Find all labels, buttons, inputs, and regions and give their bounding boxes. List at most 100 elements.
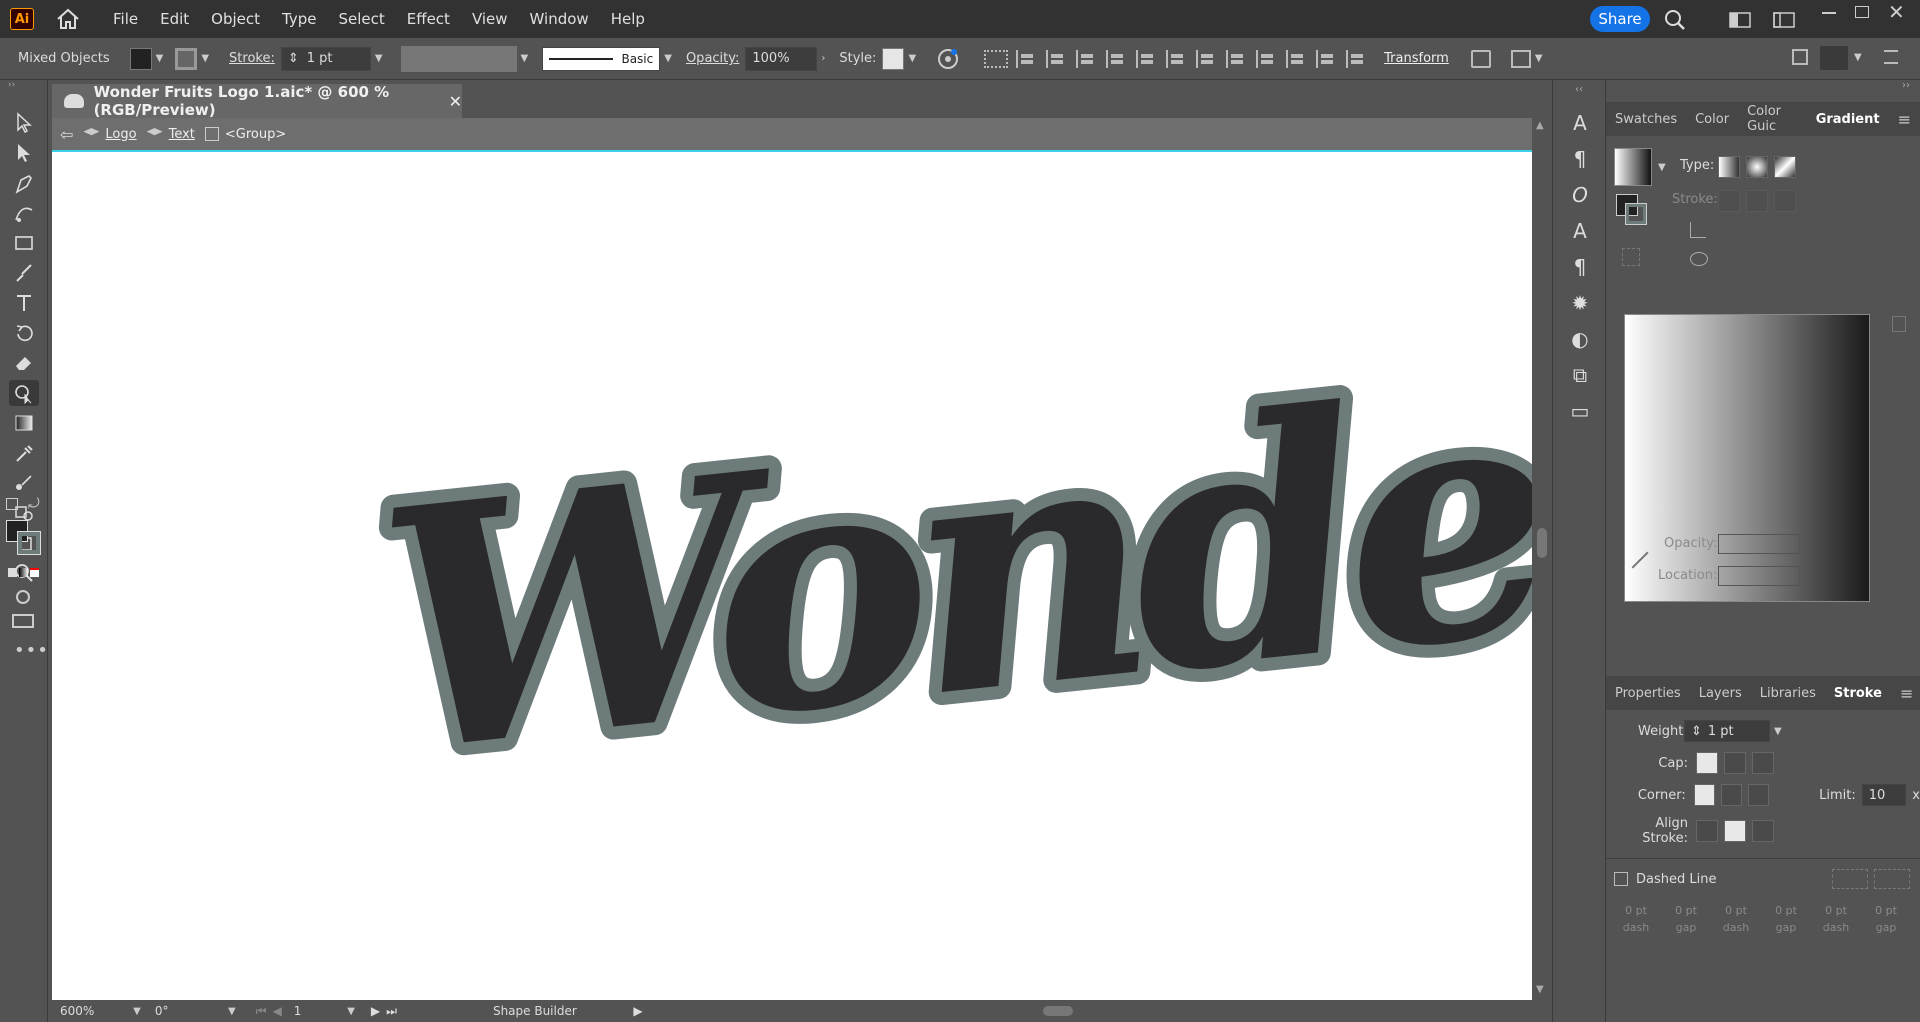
bevel-join-button[interactable] (1747, 784, 1770, 806)
distribute-vertical-center-icon[interactable] (1226, 49, 1246, 68)
panel-menu-icon[interactable] (1884, 50, 1898, 64)
eraser-tool-icon[interactable] (9, 350, 39, 376)
search-icon[interactable] (1663, 8, 1687, 32)
menu-view[interactable]: View (461, 10, 519, 28)
stroke-color-dropdown-icon[interactable]: ▼ (201, 53, 209, 64)
close-tab-icon[interactable]: ✕ (449, 92, 462, 111)
none-mode-icon[interactable] (30, 568, 39, 577)
align-vertical-center-icon[interactable] (1136, 49, 1156, 68)
document-tab[interactable]: Wonder Fruits Logo 1.aic* @ 600 % (RGB/P… (52, 83, 462, 119)
eyedropper-tool-icon[interactable] (9, 440, 39, 466)
paragraph-panel-icon[interactable]: ¶ (1565, 144, 1595, 174)
fill-swatch[interactable] (129, 47, 152, 70)
tab-layers[interactable]: Layers (1690, 686, 1751, 701)
edit-toolbar-icon[interactable]: ••• (14, 640, 49, 661)
panels-collapse-icon[interactable]: ›› (1606, 80, 1920, 102)
align-outside-button[interactable] (1752, 820, 1774, 842)
breadcrumb-text[interactable]: Text (169, 127, 195, 142)
zoom-dropdown-icon[interactable]: ▼ (133, 1006, 141, 1017)
menu-window[interactable]: Window (519, 10, 600, 28)
draw-mode-icon[interactable] (16, 590, 30, 604)
profile-dropdown-icon[interactable]: ▼ (521, 53, 529, 64)
properties-dropdown-icon[interactable]: ▼ (1854, 52, 1862, 63)
brush-definition[interactable]: Basic (542, 46, 661, 71)
align-left-icon[interactable] (1016, 49, 1036, 68)
gradient-tool-icon[interactable] (9, 410, 39, 436)
graphic-style-swatch[interactable] (882, 47, 905, 70)
stroke-weight-dropdown-icon[interactable]: ▼ (375, 53, 383, 64)
arrange-documents-icon[interactable] (1772, 10, 1796, 30)
tab-swatches[interactable]: Swatches (1606, 112, 1686, 127)
last-artboard-icon[interactable]: ⏭ (386, 1004, 397, 1019)
transform-options-dropdown-icon[interactable]: ▼ (1535, 53, 1543, 64)
menu-effect[interactable]: Effect (396, 10, 461, 28)
stroke-weight-field[interactable]: ⇕ 1 pt (280, 46, 371, 71)
blend-tool-icon[interactable] (9, 470, 39, 496)
home-icon[interactable] (54, 5, 82, 33)
dock-collapse-icon[interactable]: ‹‹ (1553, 80, 1605, 102)
character-styles-icon[interactable]: A (1565, 216, 1595, 246)
character-panel-icon[interactable]: A (1565, 108, 1595, 138)
dashed-line-label[interactable]: Dashed Line (1636, 872, 1716, 887)
artboard-dropdown-icon[interactable]: ▼ (347, 1006, 355, 1017)
screen-mode-icon[interactable] (12, 614, 34, 628)
hscroll-thumb[interactable] (1042, 1006, 1073, 1016)
rotate-tool-icon[interactable] (9, 320, 39, 346)
toolbox-collapse-icon[interactable]: ›› (0, 80, 47, 90)
align-inside-button[interactable] (1724, 820, 1746, 842)
opentype-panel-icon[interactable]: O (1565, 180, 1595, 210)
fill-dropdown-icon[interactable]: ▼ (156, 53, 164, 64)
stroke-color-icon[interactable] (17, 531, 41, 555)
miter-join-button[interactable] (1693, 784, 1715, 806)
properties-toggle-icon[interactable] (1820, 46, 1848, 70)
direct-selection-tool-icon[interactable] (9, 140, 39, 166)
opacity-field[interactable]: 100% (745, 46, 818, 71)
opacity-label[interactable]: Opacity: (686, 51, 739, 66)
next-artboard-icon[interactable]: ▶ (371, 1004, 380, 1018)
comments-panel-icon[interactable]: ▭ (1565, 396, 1595, 426)
weight-field[interactable]: ⇕ 1 pt (1684, 720, 1770, 742)
pen-tool-icon[interactable] (9, 170, 39, 196)
align-center-button[interactable] (1696, 820, 1718, 842)
shape-builder-tool-icon[interactable] (9, 380, 39, 406)
menu-select[interactable]: Select (327, 10, 395, 28)
recolor-artwork-icon[interactable] (936, 47, 960, 71)
align-bottom-icon[interactable] (1166, 49, 1186, 68)
maximize-icon[interactable] (1855, 6, 1869, 18)
limit-field[interactable]: 10 (1861, 784, 1907, 806)
tab-gradient[interactable]: Gradient (1807, 112, 1889, 127)
align-top-icon[interactable] (1106, 49, 1126, 68)
menu-help[interactable]: Help (600, 10, 656, 28)
minimize-icon[interactable] (1822, 12, 1836, 14)
tab-libraries[interactable]: Libraries (1751, 686, 1825, 701)
first-artboard-icon[interactable]: ⏮ (256, 1004, 267, 1019)
freeform-gradient-button[interactable] (1774, 156, 1796, 178)
share-button[interactable]: Share (1590, 6, 1650, 32)
opacity-arrow-icon[interactable]: › (821, 53, 825, 64)
transparency-panel-icon[interactable]: ◐ (1565, 324, 1595, 354)
projecting-cap-button[interactable] (1752, 752, 1774, 774)
workspace-icon[interactable] (1728, 10, 1752, 30)
menu-type[interactable]: Type (271, 10, 327, 28)
appearance-panel-icon[interactable]: ✹ (1565, 288, 1595, 318)
distribute-horizontal-center-icon[interactable] (1316, 49, 1336, 68)
tab-stroke[interactable]: Stroke (1825, 686, 1891, 701)
status-menu-icon[interactable]: ▶ (633, 1004, 642, 1018)
tab-properties[interactable]: Properties (1606, 686, 1690, 701)
rectangle-tool-icon[interactable] (9, 230, 39, 256)
gradient-mode-icon[interactable] (19, 568, 28, 577)
vertical-scrollbar[interactable]: ▲ ▼ (1532, 118, 1552, 1000)
back-arrow-icon[interactable]: ⇦ (60, 125, 73, 144)
gradient-stroke-icon[interactable] (1625, 203, 1647, 225)
align-right-icon[interactable] (1076, 49, 1096, 68)
scroll-up-icon[interactable]: ▲ (1536, 120, 1544, 131)
previous-artboard-icon[interactable]: ◀ (273, 1004, 282, 1018)
paragraph-styles-icon[interactable]: ¶ (1565, 252, 1595, 282)
swap-fill-stroke-icon[interactable]: ⤾ (28, 496, 40, 512)
round-cap-button[interactable] (1724, 752, 1746, 774)
gradient-preset-dropdown-icon[interactable]: ▼ (1658, 162, 1666, 173)
type-tool-icon[interactable] (9, 290, 39, 316)
stroke-panel-menu-icon[interactable]: ≡ (1891, 684, 1920, 703)
scroll-thumb[interactable] (1537, 528, 1547, 558)
linear-gradient-button[interactable] (1718, 156, 1740, 178)
